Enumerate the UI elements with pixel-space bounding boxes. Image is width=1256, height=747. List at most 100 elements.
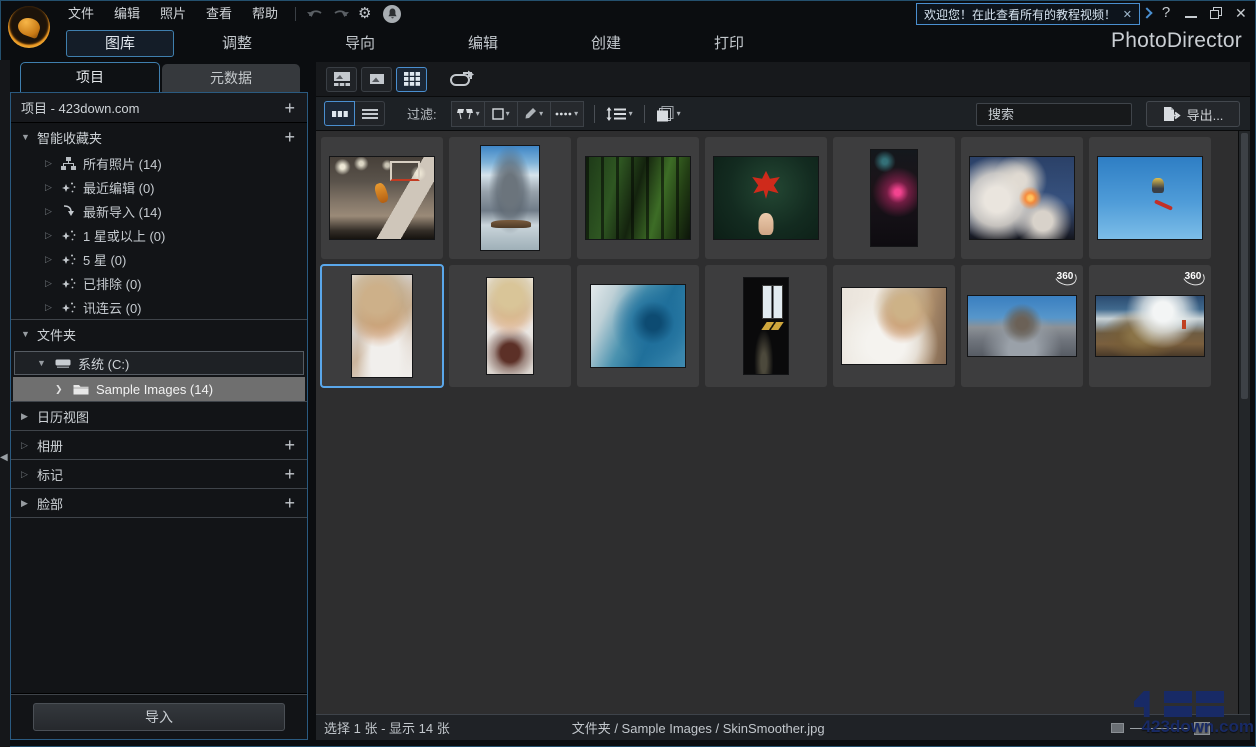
filter-more-button[interactable]: ▾: [549, 100, 584, 127]
dropdown-caret-icon: ▾: [475, 109, 480, 118]
restore-button[interactable]: [1210, 7, 1222, 19]
small-thumbnail-icon[interactable]: [1111, 723, 1124, 733]
chevron-right-icon[interactable]: ▷: [45, 302, 59, 313]
view-mode-browser-viewer-button[interactable]: [326, 66, 357, 92]
redo-icon[interactable]: [330, 8, 350, 22]
tab-create[interactable]: 创建: [558, 30, 654, 58]
chevron-right-icon[interactable]: ▷: [21, 469, 37, 480]
search-box[interactable]: ✕: [976, 103, 1173, 126]
collapse-sidebar-icon[interactable]: ◀: [0, 452, 8, 463]
search-input[interactable]: [988, 107, 1164, 122]
add-face-icon[interactable]: +: [284, 494, 297, 512]
chevron-down-icon[interactable]: ▼: [37, 358, 53, 368]
smart-collection-row[interactable]: ▼ 智能收藏夹 +: [11, 123, 307, 151]
photo-thumbnail-woman-leaning[interactable]: [833, 265, 955, 387]
chevron-down-icon[interactable]: ▼: [21, 329, 37, 339]
menu-view[interactable]: 查看: [196, 0, 242, 28]
section-faces[interactable]: ▶ 脸部 +: [11, 488, 307, 517]
tree-item-latest-import[interactable]: ▷ 最新导入 (14): [11, 199, 307, 223]
undo-icon[interactable]: [306, 8, 326, 22]
photo-thumbnail-window-light[interactable]: [705, 265, 827, 387]
menu-photo[interactable]: 照片: [150, 0, 196, 28]
photo-thumbnail-skateboarder[interactable]: [1089, 137, 1211, 259]
tree-item-cyberlink-cloud[interactable]: ▷ 讯连云 (0): [11, 295, 307, 319]
minimize-button[interactable]: [1185, 16, 1197, 18]
filter-edited-button[interactable]: ▾: [516, 100, 551, 127]
add-smart-collection-icon[interactable]: +: [284, 128, 297, 146]
tree-item-drive-c[interactable]: ▼ 系统 (C:): [14, 351, 304, 375]
chevron-right-icon[interactable]: ▷: [45, 158, 59, 169]
chevron-right-icon[interactable]: ▷: [45, 254, 59, 265]
import-arrow-icon: [63, 204, 74, 216]
add-tag-icon[interactable]: +: [284, 465, 297, 483]
chevron-down-icon[interactable]: ▼: [21, 132, 37, 142]
tree-item-one-star-up[interactable]: ▷ 1 星或以上 (0): [11, 223, 307, 247]
notification-bell-icon[interactable]: [383, 5, 401, 23]
triangle-right-icon[interactable]: ▶: [21, 411, 37, 422]
sort-icon: [606, 106, 626, 121]
add-album-icon[interactable]: +: [284, 436, 297, 454]
list-view-toggle[interactable]: [354, 101, 385, 126]
tree-item-recently-edited[interactable]: ▷ 最近编辑 (0): [11, 175, 307, 199]
photo-thumbnail-ocean-wave[interactable]: [577, 265, 699, 387]
tree-item-all-photos[interactable]: ▷ 所有照片 (14): [11, 151, 307, 175]
view-mode-grid-button[interactable]: [396, 66, 427, 92]
sort-button[interactable]: ▾: [606, 106, 633, 121]
chevron-right-icon[interactable]: ▷: [21, 440, 37, 451]
thumbnail-size-slider[interactable]: [1130, 727, 1188, 729]
tab-print[interactable]: 打印: [681, 30, 777, 58]
menu-separator: [295, 7, 296, 21]
sidebar-tab-metadata[interactable]: 元数据: [162, 64, 300, 92]
tree-item-five-star[interactable]: ▷ 5 星 (0): [11, 247, 307, 271]
menu-edit[interactable]: 编辑: [104, 0, 150, 28]
sidebar-tab-project[interactable]: 项目: [20, 62, 160, 92]
large-thumbnail-icon[interactable]: [1194, 721, 1210, 735]
section-calendar-view[interactable]: ▶ 日历视图: [11, 401, 307, 430]
sidebar-collapse-strip[interactable]: ◀: [0, 60, 10, 747]
menu-help[interactable]: 帮助: [242, 0, 288, 28]
vertical-scrollbar[interactable]: [1238, 131, 1250, 714]
photo-thumbnail-rocket[interactable]: [961, 137, 1083, 259]
export-button[interactable]: 导出...: [1146, 101, 1240, 127]
secondary-display-button[interactable]: [449, 70, 475, 88]
filter-flags-button[interactable]: ▾: [450, 100, 485, 127]
wand-icon: [62, 182, 76, 192]
chevron-right-icon[interactable]: ❯: [55, 384, 71, 395]
chevron-right-icon[interactable]: ▷: [45, 230, 59, 241]
photo-thumbnail-laughing-woman[interactable]: [449, 265, 571, 387]
chevron-right-icon[interactable]: ▷: [45, 278, 59, 289]
section-folders[interactable]: ▼ 文件夹: [11, 319, 307, 348]
welcome-tooltip-close-icon[interactable]: ✕: [1123, 8, 1132, 21]
photo-thumbnail-360-mountain[interactable]: 360: [961, 265, 1083, 387]
help-button[interactable]: ?: [1158, 4, 1174, 21]
section-albums[interactable]: ▷ 相册 +: [11, 430, 307, 459]
photo-thumbnail-smiling-woman-selected[interactable]: [320, 264, 444, 388]
tree-item-rejected[interactable]: ▷ 已排除 (0): [11, 271, 307, 295]
menu-file[interactable]: 文件: [58, 0, 104, 28]
settings-gear-icon[interactable]: ⚙: [358, 4, 371, 24]
photo-thumbnail-rock-boat[interactable]: [449, 137, 571, 259]
stack-button[interactable]: ▾: [656, 105, 681, 122]
section-tags[interactable]: ▷ 标记 +: [11, 459, 307, 488]
add-project-icon[interactable]: +: [284, 99, 297, 117]
view-mode-viewer-button[interactable]: [361, 66, 392, 92]
photo-thumbnail-360-canyon[interactable]: 360: [1089, 265, 1211, 387]
tab-library[interactable]: 图库: [66, 30, 174, 57]
scrollbar-thumb[interactable]: [1241, 133, 1248, 399]
tree-item-sample-images-selected[interactable]: ❯ Sample Images (14): [13, 377, 305, 401]
photo-thumbnail-maple-leaf[interactable]: [705, 137, 827, 259]
chevron-right-icon[interactable]: ▷: [45, 206, 59, 217]
import-button[interactable]: 导入: [33, 702, 285, 731]
tab-adjust[interactable]: 调整: [189, 30, 285, 58]
thumbnail-view-toggle[interactable]: [324, 101, 355, 126]
triangle-right-icon[interactable]: ▶: [21, 498, 37, 509]
tab-guided[interactable]: 导向: [312, 30, 408, 58]
view-mode-toolbar: [316, 62, 1250, 97]
filter-rating-button[interactable]: ▾: [483, 100, 518, 127]
tab-edit[interactable]: 编辑: [435, 30, 531, 58]
photo-thumbnail-basketball[interactable]: [321, 137, 443, 259]
photo-thumbnail-neon-sign[interactable]: [833, 137, 955, 259]
close-button[interactable]: ✕: [1235, 5, 1247, 22]
photo-thumbnail-forest[interactable]: [577, 137, 699, 259]
chevron-right-icon[interactable]: ▷: [45, 182, 59, 193]
